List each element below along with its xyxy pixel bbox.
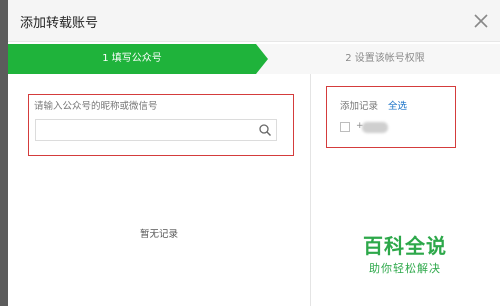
- watermark-sub-text: 助你轻松解决: [369, 262, 441, 275]
- step-2-label: 2 设置该帐号权限: [345, 53, 425, 64]
- record-checkbox[interactable]: [340, 122, 350, 132]
- watermark-main-text: 百科全说: [363, 234, 447, 258]
- add-repost-account-dialog: 添加转载账号 1 填写公众号 2 设置该帐号权限 请输入公众号的昵称或微信号 暂…: [8, 0, 500, 306]
- search-pane: 请输入公众号的昵称或微信号 暂无记录: [8, 74, 310, 306]
- pane-divider: [310, 74, 311, 306]
- empty-state-text: 暂无记录: [139, 229, 178, 240]
- records-title: 添加记录: [340, 101, 379, 112]
- watermark: 百科全说 助你轻松解决: [350, 230, 460, 278]
- dialog-title: 添加转载账号: [20, 16, 99, 31]
- record-name-blurred: [362, 122, 388, 133]
- select-all-link[interactable]: 全选: [388, 98, 407, 112]
- search-box: [35, 119, 277, 141]
- search-icon[interactable]: [258, 123, 272, 137]
- dialog-header: 添加转载账号: [8, 0, 500, 42]
- step-indicator: 1 填写公众号 2 设置该帐号权限: [8, 44, 500, 74]
- search-hint: 请输入公众号的昵称或微信号: [34, 101, 158, 112]
- records-highlight-box: [326, 86, 456, 148]
- step-1-label: 1 填写公众号: [102, 53, 162, 64]
- close-icon[interactable]: [468, 8, 494, 34]
- search-input[interactable]: [36, 120, 254, 140]
